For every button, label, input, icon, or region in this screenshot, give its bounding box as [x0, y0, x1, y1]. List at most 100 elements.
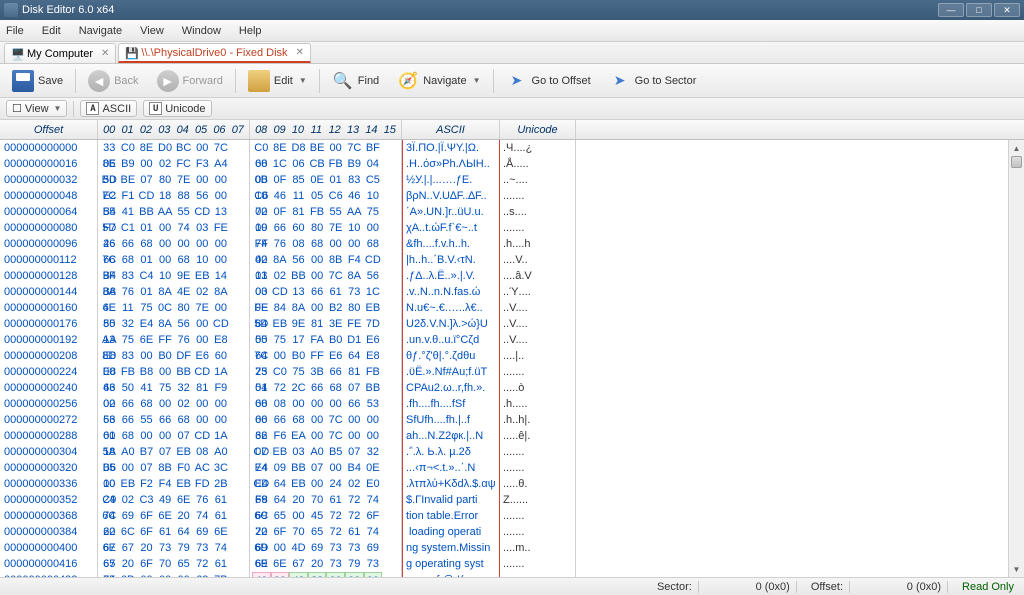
tab-close-icon[interactable]: ✕ [101, 48, 109, 59]
hex-row[interactable]: 000000000208E88300B0DFE660E87C00B0FFE664… [0, 348, 1024, 364]
bytes-8-15[interactable]: C6461105C6461000 [250, 188, 402, 204]
bytes-8-15[interactable]: 07EB03A0B50732E4 [250, 444, 402, 460]
hex-row[interactable]: 0000000001448A76018A4E028A6E03CD13666173… [0, 284, 1024, 300]
tab-physical-drive[interactable]: 💾 \\.\PhysicalDrive0 - Fixed Disk ✕ [118, 43, 310, 63]
bytes-8-15[interactable]: C08ED8BE007CBF00 [250, 140, 402, 156]
bytes-0-7[interactable]: AA756EFF7600E88D [98, 332, 250, 348]
hex-row[interactable]: 000000000080F7C101007403FE46106660807E10… [0, 220, 1024, 236]
bytes-8-15[interactable]: 7409BB0700B40ECD [250, 460, 402, 476]
hex-row[interactable]: 000000000064B441BBAA55CD135D720F81FB55AA… [0, 204, 1024, 220]
bytes-8-15[interactable]: 03CD136661731CFE [250, 284, 402, 300]
menu-window[interactable]: Window [182, 25, 221, 37]
hex-row[interactable]: 0000000002560066680002000066680800000066… [0, 396, 1024, 412]
bytes-8-15[interactable]: E464EB002402E0F8 [250, 476, 402, 492]
maximize-button[interactable]: □ [966, 3, 992, 17]
hex-row[interactable]: 00000000022400FBB800BBCD1A6623C0753B6681… [0, 364, 1024, 380]
bytes-8-15[interactable]: 23C0753B6681FB54 [250, 364, 402, 380]
find-button[interactable]: Find [326, 67, 385, 95]
bytes-8-15[interactable]: 5DEB9E813EFE7D55 [250, 316, 402, 332]
bytes-0-7[interactable]: B441BBAA55CD135D [98, 204, 250, 220]
hex-row[interactable]: 00000000041667206F7065726174696E67207379… [0, 556, 1024, 572]
bytes-0-7[interactable]: 6E67207379737465 [98, 540, 250, 556]
bytes-8-15[interactable]: 106660807E100074 [250, 220, 402, 236]
header-unicode[interactable]: Unicode [500, 120, 576, 139]
bytes-0-7[interactable]: 10EBF2F4EBFD2BC9 [98, 476, 250, 492]
scrollbar[interactable]: ▲ ▼ [1008, 140, 1024, 577]
bytes-8-15[interactable]: 0B0F850E0183C510 [250, 172, 402, 188]
bytes-0-7[interactable]: 6168000007CD1A5A [98, 428, 250, 444]
hex-row[interactable]: 00000000001606B90002FCF3A450681C06CBFBB9… [0, 156, 1024, 172]
bytes-0-7[interactable]: 8A76018A4E028A6E [98, 284, 250, 300]
bytes-8-15[interactable]: 007517FAB0D1E664 [250, 332, 402, 348]
save-button[interactable]: Save [6, 67, 69, 95]
bytes-0-7[interactable]: 67206F7065726174 [98, 556, 250, 572]
bytes-8-15[interactable]: 7C00B0FFE664E875 [250, 348, 402, 364]
bytes-0-7[interactable]: 00FBB800BBCD1A66 [98, 364, 250, 380]
bytes-0-7[interactable]: 206C6F6164696E67 [98, 524, 250, 540]
header-offset[interactable]: Offset [0, 120, 98, 139]
bytes-8-15[interactable]: 720F81FB55AA7509 [250, 204, 402, 220]
bytes-0-7[interactable]: 33C08ED0BC007C8E [98, 140, 250, 156]
ascii-button[interactable]: A ASCII [80, 100, 137, 117]
bytes-8-15[interactable]: 0102BB007C8A5600 [250, 268, 402, 284]
bytes-0-7[interactable]: 4E11750C807E0080 [98, 300, 250, 316]
menu-edit[interactable]: Edit [42, 25, 61, 37]
hex-row[interactable]: 00000000033610EBF2F4EBFD2BC9E464EB002402… [0, 476, 1024, 492]
bytes-8-15[interactable]: 206F706572617469 [250, 524, 402, 540]
go-to-sector-button[interactable]: ➤ Go to Sector [603, 67, 703, 95]
bytes-0-7[interactable]: 5366556668000000 [98, 412, 250, 428]
bytes-8-15[interactable]: 01722C666807BB00 [250, 380, 402, 396]
hex-row[interactable]: 000000000048E2F1CD1888560055C6461105C646… [0, 188, 1024, 204]
menu-navigate[interactable]: Navigate [79, 25, 122, 37]
unicode-button[interactable]: U Unicode [143, 100, 211, 117]
bytes-0-7[interactable]: 656D000000637B9A [98, 572, 250, 577]
go-to-offset-button[interactable]: ➤ Go to Offset [500, 67, 597, 95]
bytes-8-15[interactable]: FF76086800006800 [250, 236, 402, 252]
bytes-8-15[interactable]: 32F6EA007C0000CD [250, 428, 402, 444]
bytes-0-7[interactable]: 0066680002000066 [98, 396, 250, 412]
bytes-8-15[interactable]: 696E672073797374 [250, 556, 402, 572]
hex-row[interactable]: 000000000240435041753281F90201722C666807… [0, 380, 1024, 396]
hex-row[interactable]: 0000000001765532E48A5600CD135DEB9E813EFE… [0, 316, 1024, 332]
tab-close-icon[interactable]: ✕ [296, 47, 304, 58]
hex-row[interactable]: 0000000002886168000007CD1A5A32F6EA007C00… [0, 428, 1024, 444]
bytes-0-7[interactable]: E2F1CD1888560055 [98, 188, 250, 204]
bytes-8-15[interactable]: 4000492800000020 [250, 572, 402, 577]
hex-row[interactable]: 00000000036874696F6E207461626C6500457272… [0, 508, 1024, 524]
navigate-button[interactable]: Navigate ▼ [391, 67, 486, 95]
hex-row[interactable]: 0000000001127C680100681000B4428A56008BF4… [0, 252, 1024, 268]
hex-row[interactable]: 0000000003522402C3496E76616C696420706172… [0, 492, 1024, 508]
bytes-0-7[interactable]: BDBE07807E00007C [98, 172, 250, 188]
bytes-8-15[interactable]: 0F848A00B280EB84 [250, 300, 402, 316]
hex-row[interactable]: 000000000032BDBE07807E00007C0B0F850E0183… [0, 172, 1024, 188]
hex-row[interactable]: 0000000001289F83C4109EEB14B80102BB007C8A… [0, 268, 1024, 284]
hex-body[interactable]: 00000000000033C08ED0BC007C8EC08ED8BE007C… [0, 140, 1024, 577]
hex-row[interactable]: 0000000000962666680000000066FF7608680000… [0, 236, 1024, 252]
bytes-8-15[interactable]: 6C65004572726F72 [250, 508, 402, 524]
scroll-down-icon[interactable]: ▼ [1009, 561, 1024, 577]
menu-help[interactable]: Help [239, 25, 262, 37]
bytes-8-15[interactable]: 6D004D697373696E [250, 540, 402, 556]
edit-button[interactable]: Edit ▼ [242, 67, 313, 95]
bytes-0-7[interactable]: 06B90002FCF3A450 [98, 156, 250, 172]
hex-row[interactable]: 0000000004006E672073797374656D004D697373… [0, 540, 1024, 556]
bytes-8-15[interactable]: 6964207061727469 [250, 492, 402, 508]
header-ascii[interactable]: ASCII [402, 120, 500, 139]
bytes-0-7[interactable]: 74696F6E20746162 [98, 508, 250, 524]
hex-row[interactable]: 0000000001604E11750C807E00800F848A00B280… [0, 300, 1024, 316]
bytes-8-15[interactable]: 006668007C000066 [250, 412, 402, 428]
hex-row[interactable]: 000000000384206C6F6164696E67206F70657261… [0, 524, 1024, 540]
bytes-0-7[interactable]: E88300B0DFE660E8 [98, 348, 250, 364]
hex-row[interactable]: 000000000192AA756EFF7600E88D007517FAB0D1… [0, 332, 1024, 348]
menu-view[interactable]: View [140, 25, 164, 37]
hex-row[interactable]: 0000000003200500078BF0AC3C007409BB0700B4… [0, 460, 1024, 476]
hex-row[interactable]: 0000000002725366556668000000006668007C00… [0, 412, 1024, 428]
scroll-up-icon[interactable]: ▲ [1009, 140, 1024, 156]
menu-file[interactable]: File [6, 25, 24, 37]
bytes-0-7[interactable]: 435041753281F902 [98, 380, 250, 396]
minimize-button[interactable]: — [938, 3, 964, 17]
hex-row[interactable]: 00000000000033C08ED0BC007C8EC08ED8BE007C… [0, 140, 1024, 156]
hex-row[interactable]: 00000000030418A0B707EB08A0B607EB03A0B507… [0, 444, 1024, 460]
bytes-0-7[interactable]: 2666680000000066 [98, 236, 250, 252]
bytes-8-15[interactable]: 6808000000665366 [250, 396, 402, 412]
